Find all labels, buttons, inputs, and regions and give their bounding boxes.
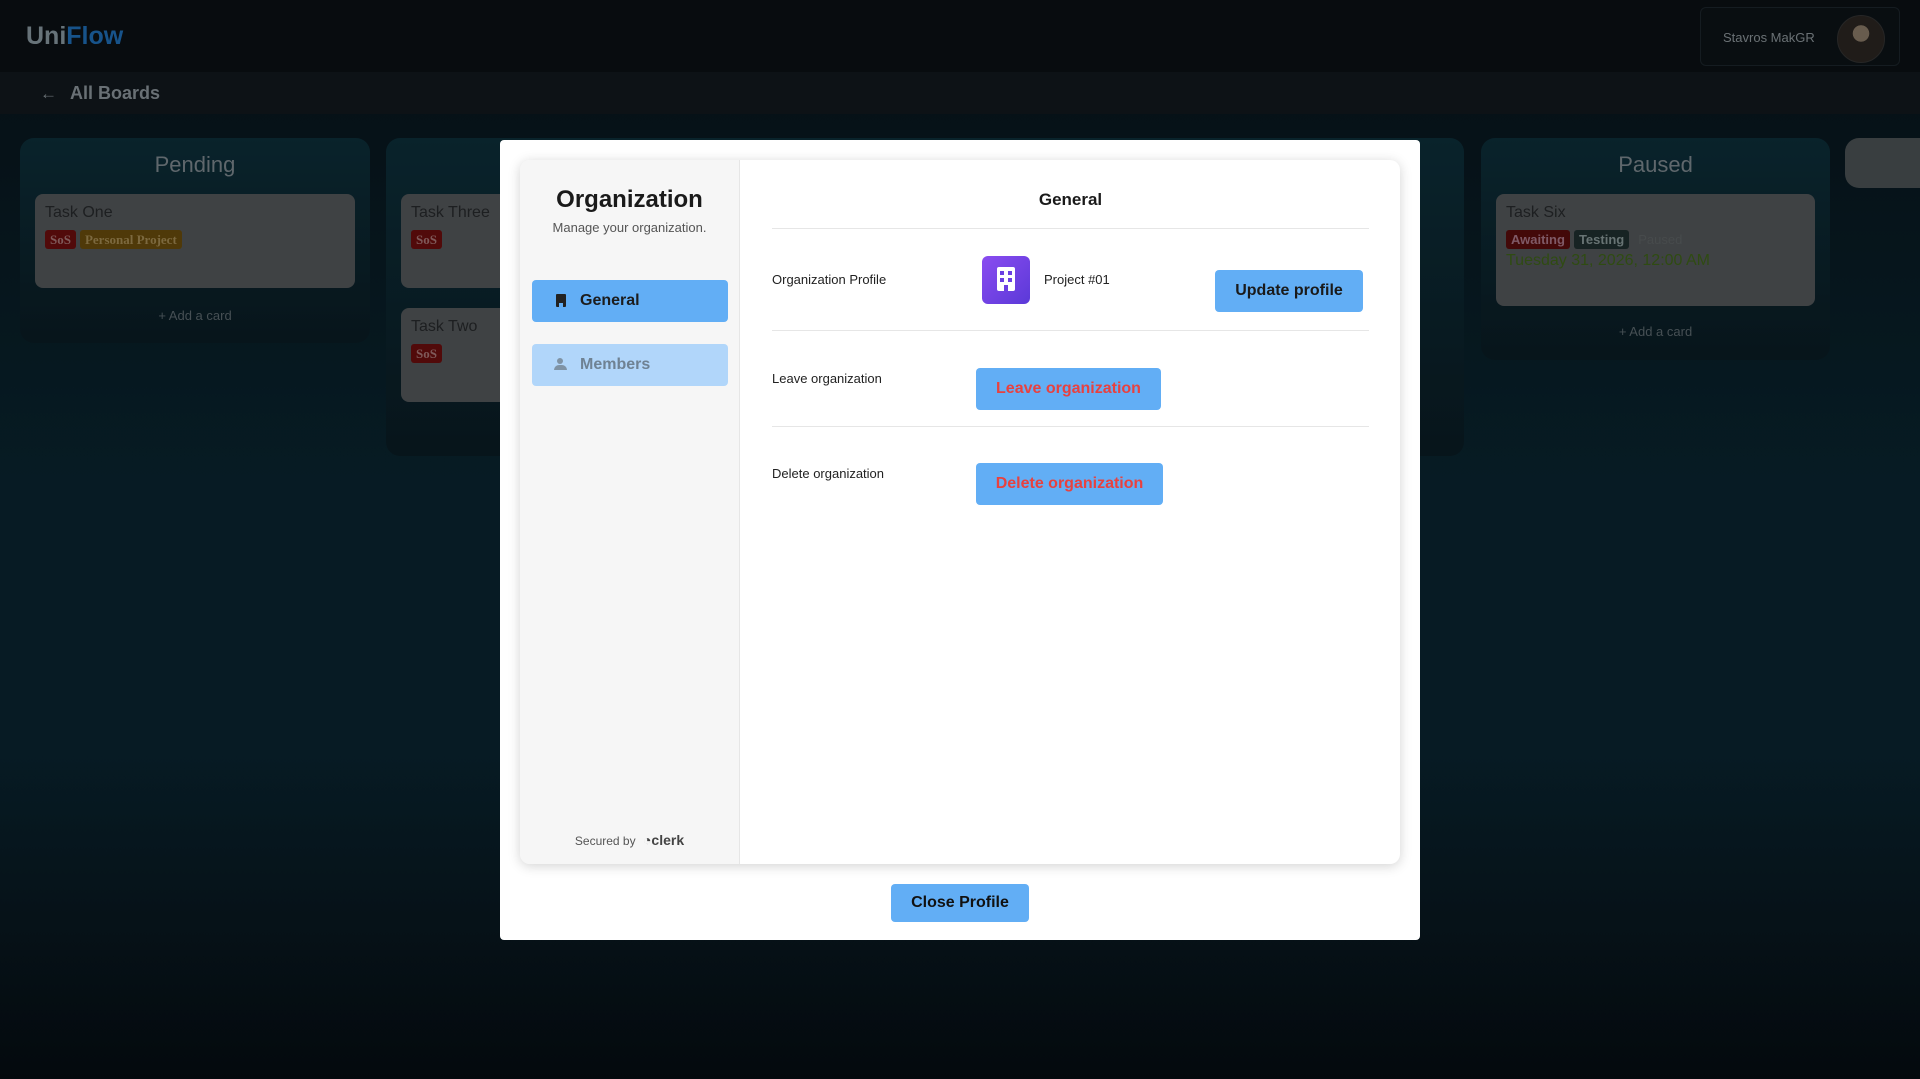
delete-organization-button[interactable]: Delete organization bbox=[976, 463, 1163, 505]
building-icon bbox=[554, 294, 568, 308]
leave-organization-label: Leave organization bbox=[772, 371, 882, 386]
nav-item-label: Members bbox=[580, 356, 651, 373]
clerk-brand-text: clerk bbox=[651, 832, 685, 848]
organization-avatar bbox=[982, 256, 1030, 304]
nav-item-general[interactable]: General bbox=[532, 280, 728, 322]
organization-sidebar: Organization Manage your organization. G… bbox=[520, 160, 740, 864]
update-profile-button[interactable]: Update profile bbox=[1215, 270, 1363, 312]
leave-organization-button[interactable]: Leave organization bbox=[976, 368, 1161, 410]
organization-profile-panel: Organization Manage your organization. G… bbox=[520, 160, 1400, 864]
divider bbox=[772, 426, 1369, 427]
organization-profile-label: Organization Profile bbox=[772, 272, 887, 287]
delete-organization-label: Delete organization bbox=[772, 466, 885, 481]
nav-item-label: General bbox=[580, 292, 640, 309]
organization-modal: Organization Manage your organization. G… bbox=[500, 140, 1420, 940]
nav-item-members[interactable]: Members bbox=[532, 344, 728, 386]
organization-name: Project #01 bbox=[1044, 272, 1110, 287]
close-profile-button[interactable]: Close Profile bbox=[891, 884, 1029, 922]
organization-general-section: General Organization Profile Project #01… bbox=[741, 160, 1400, 864]
clerk-logo[interactable]: ◔clerk bbox=[643, 832, 684, 848]
secured-by-text: Secured by bbox=[574, 834, 636, 848]
sidebar-title: Organization bbox=[556, 186, 703, 213]
secured-by-footer: Secured by ◔clerk bbox=[520, 832, 739, 848]
building-icon bbox=[997, 267, 1015, 291]
divider bbox=[772, 330, 1369, 331]
members-icon bbox=[554, 358, 568, 372]
divider bbox=[772, 228, 1369, 229]
section-title: General bbox=[1038, 190, 1103, 209]
sidebar-subtitle: Manage your organization. bbox=[552, 220, 707, 235]
